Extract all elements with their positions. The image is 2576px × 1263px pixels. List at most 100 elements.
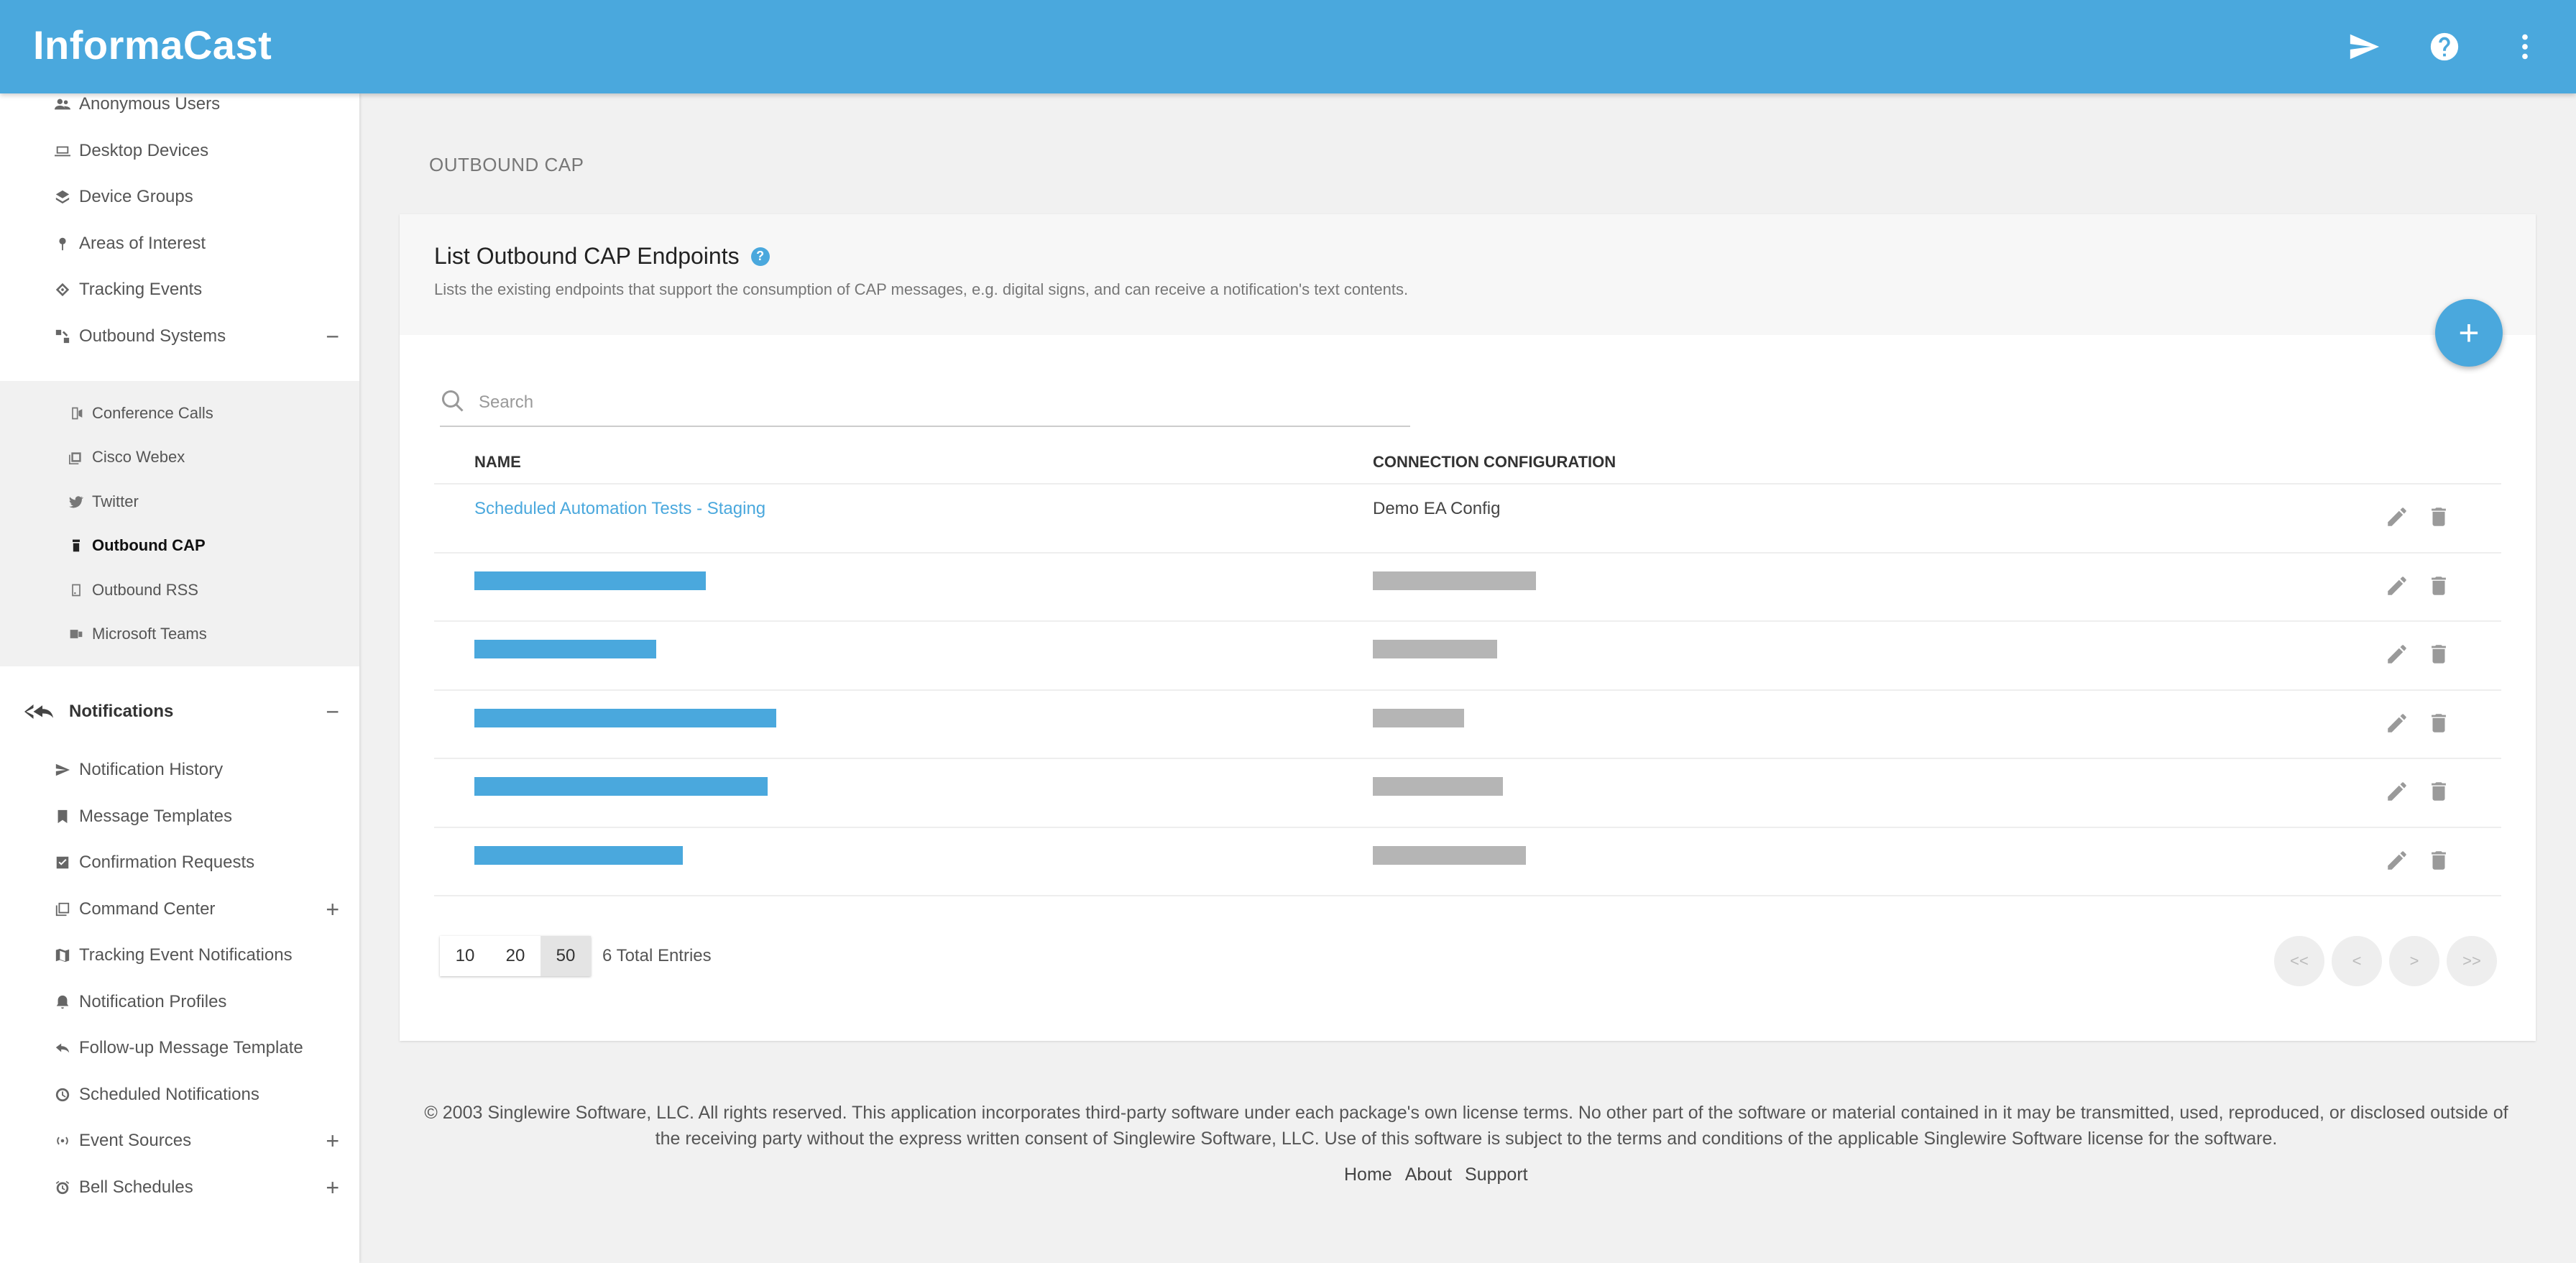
card-description: Lists the existing endpoints that suppor…	[434, 280, 1409, 298]
delete-icon[interactable]	[2426, 574, 2451, 602]
card-title-text: List Outbound CAP Endpoints	[434, 243, 740, 269]
sidebar-item-areas-of-interest[interactable]: Areas of Interest	[0, 221, 359, 267]
delete-icon[interactable]	[2426, 779, 2451, 807]
edit-icon[interactable]	[2385, 505, 2409, 533]
sidebar-item-label: Areas of Interest	[79, 233, 206, 253]
first-page-button[interactable]: <<	[2274, 936, 2324, 986]
edit-icon[interactable]	[2385, 711, 2409, 739]
redacted-configuration	[1373, 845, 1526, 865]
sidebar-item-label: Tracking Events	[79, 280, 203, 300]
sidebar-item-label: Bell Schedules	[79, 1177, 193, 1197]
bell-icon	[55, 994, 70, 1010]
search-input[interactable]	[477, 392, 1343, 413]
sidebar-item-microsoft-teams[interactable]: Microsoft Teams	[0, 612, 359, 657]
previous-page-button[interactable]: <	[2332, 936, 2382, 986]
delete-icon[interactable]	[2426, 848, 2451, 876]
redacted-endpoint-name[interactable]	[474, 777, 768, 796]
more-vert-icon[interactable]	[2503, 24, 2547, 69]
redacted-configuration	[1373, 777, 1503, 796]
last-page-button[interactable]: >>	[2447, 936, 2497, 986]
delete-icon[interactable]	[2426, 505, 2451, 533]
sidebar-item-tracking-events[interactable]: Tracking Events	[0, 267, 359, 313]
sidebar-item-scheduled-notifications[interactable]: Scheduled Notifications	[0, 1072, 359, 1119]
redacted-endpoint-name[interactable]	[474, 640, 656, 658]
sidebar-item-event-sources[interactable]: Event Sources +	[0, 1118, 359, 1165]
footer-link-support[interactable]: Support	[1465, 1165, 1528, 1185]
sidebar-item-label: Conference Calls	[92, 403, 213, 422]
table-row: Scheduled Automation Tests - Staging Demo…	[434, 484, 2501, 554]
add-endpoint-button[interactable]: +	[2435, 299, 2503, 367]
endpoint-name-link[interactable]: Scheduled Automation Tests - Staging	[474, 499, 765, 519]
search-icon	[440, 388, 466, 418]
redacted-endpoint-name[interactable]	[474, 845, 683, 865]
outbound-systems-submenu: Conference Calls Cisco Webex Twitter Out…	[0, 381, 359, 666]
next-page-button[interactable]: >	[2389, 936, 2439, 986]
sidebar-item-conference-calls[interactable]: Conference Calls	[0, 391, 359, 436]
table-row	[434, 828, 2501, 896]
sidebar-item-twitter[interactable]: Twitter	[0, 479, 359, 524]
rss-icon	[69, 583, 83, 597]
sidebar-item-outbound-systems[interactable]: Outbound Systems −	[0, 313, 359, 360]
sidebar-item-follow-up-message-template[interactable]: Follow-up Message Template	[0, 1025, 359, 1072]
webex-icon	[69, 450, 83, 465]
phone-icon	[69, 406, 83, 421]
sidebar-item-cisco-webex[interactable]: Cisco Webex	[0, 436, 359, 480]
sidebar-item-message-templates[interactable]: Message Templates	[0, 794, 359, 840]
sidebar-item-label: Cisco Webex	[92, 448, 185, 467]
sidebar-item-notification-profiles[interactable]: Notification Profiles	[0, 979, 359, 1026]
sidebar-item-command-center[interactable]: Command Center +	[0, 886, 359, 933]
page-title: OUTBOUND CAP	[429, 154, 584, 175]
sidebar-item-label: Outbound Systems	[79, 326, 226, 346]
edit-icon[interactable]	[2385, 642, 2409, 670]
sidebar-item-outbound-cap[interactable]: Outbound CAP	[0, 524, 359, 569]
sidebar-section-notifications[interactable]: Notifications −	[0, 681, 359, 743]
command-icon	[55, 901, 70, 917]
sidebar-item-outbound-rss[interactable]: Outbound RSS	[0, 568, 359, 612]
footer-links: Home About Support	[1344, 1165, 1528, 1185]
laptop-icon	[55, 143, 70, 159]
expand-icon[interactable]: +	[326, 1176, 339, 1199]
card-header: List Outbound CAP Endpoints ? Lists the …	[400, 214, 2536, 335]
endpoints-table: NAME CONNECTION CONFIGURATION Scheduled …	[434, 444, 2501, 896]
sidebar-item-tracking-event-notifications[interactable]: Tracking Event Notifications	[0, 932, 359, 979]
delete-icon[interactable]	[2426, 642, 2451, 670]
help-icon[interactable]	[2422, 24, 2467, 69]
send-icon[interactable]	[2342, 24, 2386, 69]
page-size-50[interactable]: 50	[540, 936, 591, 976]
edit-icon[interactable]	[2385, 779, 2409, 807]
edit-icon[interactable]	[2385, 848, 2409, 876]
sidebar-item-label: Tracking Event Notifications	[79, 945, 293, 965]
redacted-configuration	[1373, 571, 1536, 590]
footer-link-about[interactable]: About	[1405, 1165, 1452, 1185]
footer-link-home[interactable]: Home	[1344, 1165, 1392, 1185]
top-app-bar: InformaCast	[0, 0, 2576, 93]
column-header-configuration[interactable]: CONNECTION CONFIGURATION	[1373, 453, 1616, 472]
redacted-endpoint-name[interactable]	[474, 708, 776, 727]
sidebar-item-confirmation-requests[interactable]: Confirmation Requests	[0, 840, 359, 886]
sidebar-item-bell-schedules[interactable]: Bell Schedules +	[0, 1165, 359, 1211]
sidebar-item-label: Microsoft Teams	[92, 625, 207, 643]
sidebar-item-label: Outbound CAP	[92, 536, 206, 555]
page-size-20[interactable]: 20	[490, 936, 540, 976]
sidebar-item-desktop-devices[interactable]: Desktop Devices	[0, 128, 359, 175]
sidebar-item-notification-history[interactable]: Notification History	[0, 747, 359, 794]
redacted-configuration	[1373, 708, 1464, 727]
sidebar-item-anonymous-users[interactable]: Anonymous Users	[0, 93, 359, 128]
column-header-name[interactable]: NAME	[474, 453, 521, 472]
help-icon[interactable]: ?	[750, 247, 770, 266]
redacted-endpoint-name[interactable]	[474, 571, 706, 590]
delete-icon[interactable]	[2426, 711, 2451, 739]
broadcast-icon	[55, 1133, 70, 1149]
cap-icon	[69, 538, 83, 553]
collapse-icon[interactable]: −	[326, 699, 339, 725]
app-logo[interactable]: InformaCast	[33, 22, 272, 68]
edit-icon[interactable]	[2385, 574, 2409, 602]
sidebar-item-device-groups[interactable]: Device Groups	[0, 174, 359, 221]
target-icon	[55, 282, 70, 298]
alarm-icon	[55, 1180, 70, 1195]
expand-icon[interactable]: +	[326, 1129, 339, 1152]
expand-icon[interactable]: +	[326, 898, 339, 921]
sidebar-section-label: Notifications	[69, 702, 174, 721]
page-size-10[interactable]: 10	[440, 936, 490, 976]
collapse-icon[interactable]: −	[326, 325, 339, 348]
